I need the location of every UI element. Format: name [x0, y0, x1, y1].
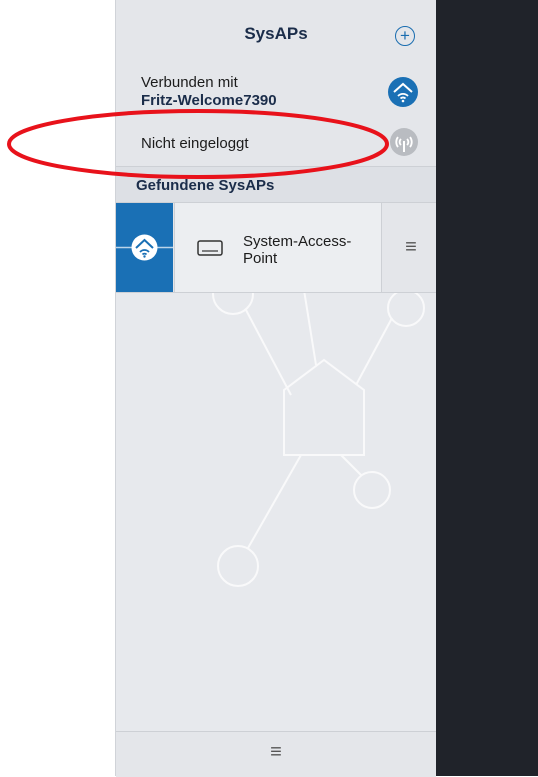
- sysap-name-line: Point: [243, 250, 278, 267]
- sysap-panel: SysAPs + Verbunden mit Fritz-Welcome7390…: [115, 0, 436, 777]
- footer: ≡: [116, 731, 436, 777]
- hamburger-icon[interactable]: ≡: [116, 741, 436, 764]
- header: SysAPs +: [116, 0, 436, 67]
- section-header: Gefundene SysAPs: [116, 167, 436, 203]
- plus-circle-icon[interactable]: +: [395, 26, 415, 46]
- section-title: Gefundene SysAPs: [136, 177, 275, 194]
- sysap-status-tile: [116, 203, 173, 292]
- page-title: SysAPs: [244, 24, 308, 43]
- device-icon: [197, 240, 223, 256]
- login-row[interactable]: Nicht eingeloggt: [116, 120, 436, 167]
- list-item[interactable]: System-Access- Point ≡: [116, 203, 436, 293]
- sysap-info[interactable]: System-Access- Point: [174, 203, 382, 292]
- network-name: Fritz-Welcome7390: [141, 92, 277, 109]
- dark-background-area: [436, 0, 538, 776]
- connection-row: Verbunden mit Fritz-Welcome7390: [116, 66, 436, 121]
- antenna-icon: [390, 128, 418, 156]
- sysap-name: System-Access- Point: [243, 233, 351, 267]
- hamburger-icon[interactable]: ≡: [386, 232, 436, 262]
- login-status: Nicht eingeloggt: [141, 135, 249, 152]
- sysap-name-line: System-Access-: [243, 233, 352, 250]
- connection-label: Verbunden mit: [141, 74, 238, 91]
- wifi-house-icon: [116, 234, 173, 261]
- wifi-house-icon: [388, 77, 418, 107]
